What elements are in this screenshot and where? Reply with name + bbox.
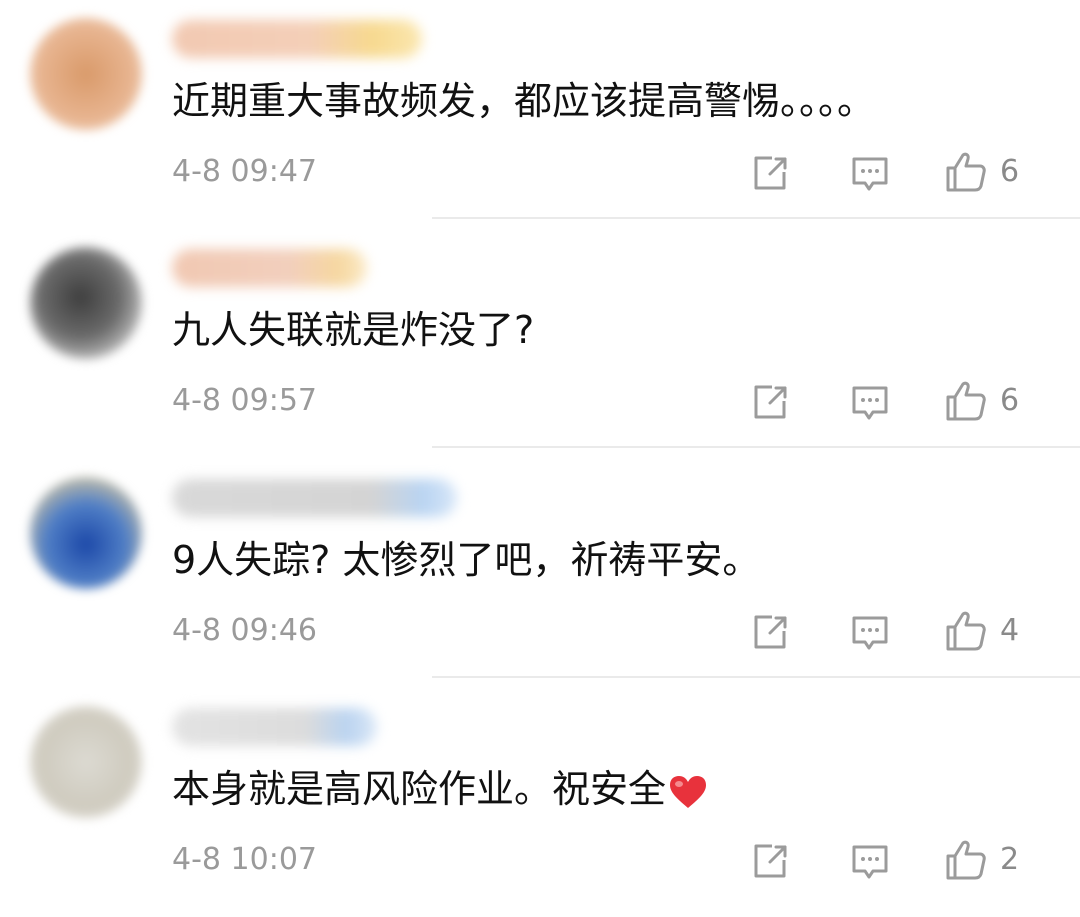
thumbs-up-icon [946, 152, 986, 192]
like-button[interactable]: 2 [944, 836, 1080, 884]
comment-time: 4-8 09:47 [172, 154, 317, 189]
reply-button[interactable] [840, 611, 900, 655]
thumbs-up-icon [946, 611, 986, 651]
like-count: 6 [1000, 154, 1020, 189]
username-blurred[interactable] [172, 249, 367, 287]
thumbs-up-icon [946, 381, 986, 421]
avatar[interactable] [30, 477, 142, 589]
divider [432, 446, 1080, 448]
comment-item: 九人失联就是炸没了? 4-8 09:57 6 [0, 229, 1080, 458]
comment-item: 本身就是高风险作业。祝安全 4-8 10:07 2 [0, 688, 1080, 917]
reply-icon [852, 845, 888, 879]
username-blurred[interactable] [172, 479, 457, 517]
like-button[interactable]: 6 [944, 377, 1080, 425]
comment-actions: 4 [740, 607, 1080, 655]
reply-button[interactable] [840, 840, 900, 884]
comment-time: 4-8 09:57 [172, 383, 317, 418]
reply-button[interactable] [840, 152, 900, 196]
comment-actions: 6 [740, 148, 1080, 196]
comment-time: 4-8 09:46 [172, 613, 317, 648]
like-count: 6 [1000, 383, 1020, 418]
like-button[interactable]: 6 [944, 148, 1080, 196]
thumbs-up-icon [946, 840, 986, 880]
share-button[interactable] [740, 611, 800, 655]
username-blurred[interactable] [172, 708, 377, 746]
share-icon [754, 156, 787, 190]
comment-item: 9人失踪? 太惨烈了吧，祈祷平安。 4-8 09:46 4 [0, 459, 1080, 688]
divider [432, 217, 1080, 219]
like-count: 2 [1000, 842, 1020, 877]
avatar[interactable] [30, 706, 142, 818]
share-button[interactable] [740, 840, 800, 884]
share-button[interactable] [740, 152, 800, 196]
reply-button[interactable] [840, 381, 900, 425]
comment-text: 本身就是高风险作业。祝安全 [172, 767, 667, 811]
reply-icon [852, 616, 888, 650]
comment-time: 4-8 10:07 [172, 842, 317, 877]
comment-text: 九人失联就是炸没了? [172, 308, 535, 352]
share-icon [754, 615, 787, 649]
comment-text: 9人失踪? 太惨烈了吧，祈祷平安。 [172, 538, 761, 582]
avatar[interactable] [30, 247, 142, 359]
share-button[interactable] [740, 381, 800, 425]
comment-actions: 6 [740, 377, 1080, 425]
reply-icon [852, 386, 888, 420]
share-icon [754, 385, 787, 419]
username-blurred[interactable] [172, 20, 422, 58]
comment-item: 近期重大事故频发，都应该提高警惕。。。。 4-8 09:47 6 [0, 0, 1080, 229]
comment-text: 近期重大事故频发，都应该提高警惕。。。。 [172, 79, 876, 123]
avatar[interactable] [30, 18, 142, 130]
reply-icon [852, 157, 888, 191]
comment-actions: 2 [740, 836, 1080, 884]
like-button[interactable]: 4 [944, 607, 1080, 655]
comment-text-row: 本身就是高风险作业。祝安全 [172, 766, 708, 812]
like-count: 4 [1000, 613, 1020, 648]
share-icon [754, 844, 787, 878]
heart-emoji-icon [670, 775, 707, 808]
divider [432, 676, 1080, 678]
